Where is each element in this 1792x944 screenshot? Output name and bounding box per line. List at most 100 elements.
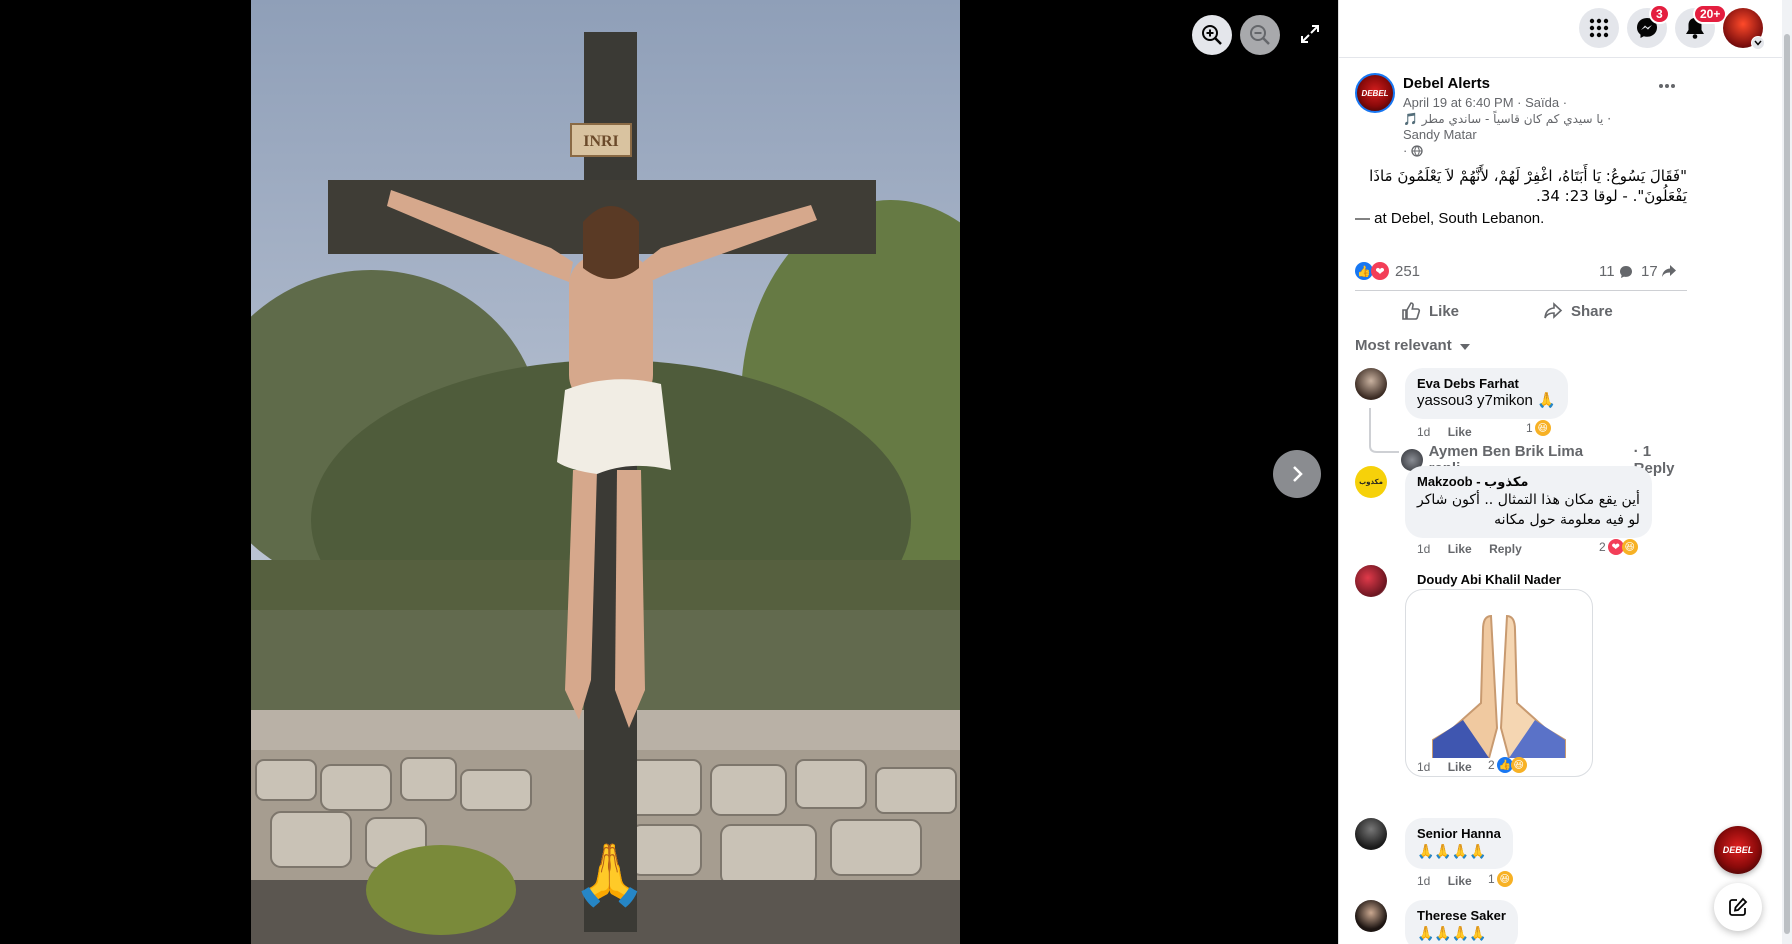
comment-sort-dropdown[interactable]: Most relevant xyxy=(1355,337,1470,354)
chat-contact-bubble[interactable]: DEBEL xyxy=(1714,826,1762,874)
commenter-name[interactable]: Senior Hanna xyxy=(1417,826,1501,841)
post-music-credit[interactable]: · يا سيدي كم كان قاسياً - ساندي مطر 🎵 xyxy=(1403,111,1611,127)
next-photo-button[interactable] xyxy=(1273,450,1321,498)
comment-bubble: Senior Hanna 🙏🙏🙏🙏 xyxy=(1405,818,1513,869)
page-avatar[interactable]: DEBEL xyxy=(1355,73,1395,113)
messenger-button[interactable]: 3 xyxy=(1627,4,1670,48)
comment-bubble: Makzoob - مكذوب أين يقع مكان هذا التمثال… xyxy=(1405,466,1652,538)
haha-reaction-icon: 😆 xyxy=(1510,757,1527,773)
reaction-count[interactable]: 251 xyxy=(1395,263,1420,280)
chevron-right-icon xyxy=(1293,466,1303,482)
commenter-name[interactable]: Doudy Abi Khalil Nader xyxy=(1417,572,1561,587)
comment-text: 🙏🙏🙏🙏 xyxy=(1417,925,1487,941)
haha-reaction-icon: 😆 xyxy=(1496,871,1513,887)
haha-reaction-icon: 😆 xyxy=(1621,539,1638,555)
comment-actions: 1d Like Reply xyxy=(1417,542,1536,556)
post-author[interactable]: Debel Alerts xyxy=(1403,75,1490,92)
account-menu-toggle[interactable] xyxy=(1751,36,1765,50)
comment-count[interactable]: 11 xyxy=(1599,263,1615,280)
comment-time[interactable]: 1d xyxy=(1417,542,1430,556)
comment-time[interactable]: 1d xyxy=(1417,874,1430,888)
expand-icon xyxy=(1301,25,1319,43)
notifications-badge: 20+ xyxy=(1693,4,1728,24)
comment-actions: 1d Like xyxy=(1417,760,1486,774)
zoom-out-icon xyxy=(1250,25,1270,45)
commenter-avatar[interactable] xyxy=(1355,818,1387,850)
caret-down-icon xyxy=(1459,344,1470,350)
comment-sticker[interactable] xyxy=(1405,589,1593,777)
zoom-in-button[interactable] xyxy=(1192,15,1232,55)
comment-reactions[interactable]: 1 😆 xyxy=(1488,871,1513,887)
comment-item: Senior Hanna 🙏🙏🙏🙏 1d Like 1 😆 xyxy=(1355,818,1695,888)
comment-bubble: Eva Debs Farhat yassou3 y7mikon 🙏 xyxy=(1405,368,1568,419)
commenter-name[interactable]: Eva Debs Farhat xyxy=(1417,376,1556,391)
post-audience: · xyxy=(1403,143,1423,159)
share-icon xyxy=(1544,302,1563,319)
thumbs-up-icon xyxy=(1402,302,1421,320)
commenter-avatar[interactable] xyxy=(1355,565,1387,597)
comment-bubble: Therese Saker 🙏🙏🙏🙏 xyxy=(1405,900,1518,944)
praying-hands-overlay: 🙏 xyxy=(572,840,647,910)
commenter-name[interactable]: Makzoob - مكذوب xyxy=(1417,474,1640,490)
post-artist[interactable]: Sandy Matar xyxy=(1403,127,1477,143)
haha-reaction-icon: 😆 xyxy=(1534,420,1551,436)
comment-item: Eva Debs Farhat yassou3 y7mikon 🙏 1d Lik… xyxy=(1355,368,1695,478)
post-options-button[interactable] xyxy=(1653,72,1681,100)
globe-icon xyxy=(1411,145,1423,157)
compose-icon xyxy=(1729,897,1748,916)
comment-text: yassou3 y7mikon 🙏 xyxy=(1417,392,1556,409)
comment-text-line2: لو فيه معلومة حول مكانه xyxy=(1494,512,1640,528)
chat-contact-logo: DEBEL xyxy=(1722,845,1754,855)
share-button[interactable]: Share xyxy=(1543,299,1613,323)
makzoob-logo: مكذوب xyxy=(1359,479,1383,486)
commenter-avatar[interactable] xyxy=(1355,900,1387,932)
chevron-down-icon xyxy=(1754,40,1762,46)
comment-like-button[interactable]: Like xyxy=(1448,874,1472,888)
share-label: Share xyxy=(1571,302,1613,320)
commenter-name[interactable]: Therese Saker xyxy=(1417,908,1506,923)
notifications-button[interactable]: 20+ xyxy=(1675,4,1728,48)
comment-actions: 1d Like xyxy=(1417,425,1486,439)
comment-like-button[interactable]: Like xyxy=(1448,425,1472,439)
commenter-avatar[interactable] xyxy=(1355,368,1387,400)
comment-reaction-count: 2 xyxy=(1599,540,1606,554)
new-message-button[interactable] xyxy=(1714,883,1762,931)
comment-text: 🙏🙏🙏🙏 xyxy=(1417,843,1487,859)
reply-thread-line xyxy=(1369,408,1399,453)
messenger-badge: 3 xyxy=(1649,4,1670,24)
post-location: — at Debel, South Lebanon. xyxy=(1355,210,1544,227)
comment-like-button[interactable]: Like xyxy=(1448,542,1472,556)
fullscreen-button[interactable] xyxy=(1292,16,1328,52)
comment-reply-button[interactable]: Reply xyxy=(1489,542,1522,556)
love-reaction-icon: ❤ xyxy=(1371,262,1389,280)
location-link[interactable]: Debel, South Lebanon. xyxy=(1391,210,1544,227)
comment-actions: 1d Like xyxy=(1417,874,1486,888)
more-dots-icon xyxy=(1659,84,1675,88)
commenter-avatar[interactable]: مكذوب xyxy=(1355,466,1387,498)
menu-button[interactable] xyxy=(1579,8,1619,48)
comment-icon xyxy=(1620,266,1632,278)
panel-scrollbar[interactable] xyxy=(1782,0,1792,944)
comment-text-line1: أين يقع مكان هذا التمثال .. أكون شاكر xyxy=(1417,492,1640,508)
comment-reactions[interactable]: 1 😆 xyxy=(1526,420,1551,436)
svg-text:INRI: INRI xyxy=(583,133,619,150)
like-label: Like xyxy=(1429,302,1460,320)
comment-reactions[interactable]: 2 👍 😆 xyxy=(1488,757,1527,773)
post-actions: Like Share xyxy=(1355,290,1687,334)
like-button[interactable]: Like xyxy=(1401,299,1459,323)
post-timestamp[interactable]: April 19 at 6:40 PM · Saïda · xyxy=(1403,95,1567,111)
comment-reaction-count: 1 xyxy=(1526,421,1533,435)
zoom-out-button[interactable] xyxy=(1240,15,1280,55)
comment-like-button[interactable]: Like xyxy=(1448,760,1472,774)
post-content: DEBEL Debel Alerts April 19 at 6:40 PM ·… xyxy=(1339,58,1699,944)
crucifix-photo: INRI xyxy=(251,0,960,944)
comment-reactions[interactable]: 2 ❤ 😆 xyxy=(1599,539,1638,555)
comment-item: مكذوب Makzoob - مكذوب أين يقع مكان هذا ا… xyxy=(1355,466,1695,556)
scrollbar-thumb[interactable] xyxy=(1784,34,1790,934)
share-count[interactable]: 17 xyxy=(1641,263,1658,280)
share-arrow-icon xyxy=(1662,265,1676,277)
comment-time[interactable]: 1d xyxy=(1417,425,1430,439)
praying-hands-sticker xyxy=(1432,614,1566,758)
location-prefix: — at xyxy=(1355,210,1387,227)
comment-time[interactable]: 1d xyxy=(1417,760,1430,774)
